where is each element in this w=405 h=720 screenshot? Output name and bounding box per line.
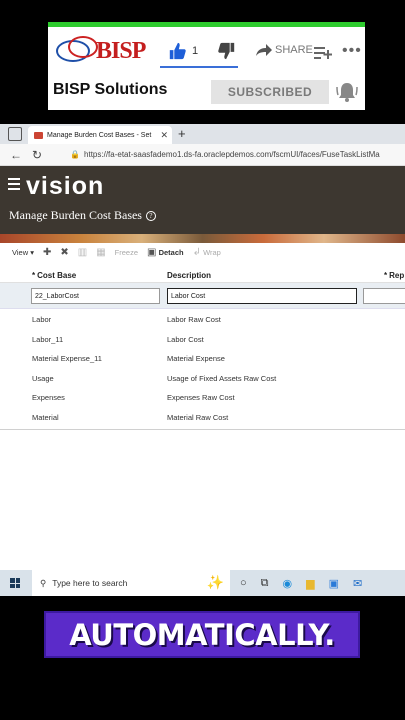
description-input[interactable]: Labor Cost	[167, 288, 357, 304]
description-cell: Labor Cost	[167, 334, 204, 344]
delete-icon[interactable]: ✖	[60, 247, 68, 258]
browser-window: Manage Burden Cost Bases - Set ✕ + ← ↻ 🔒…	[0, 124, 405, 570]
cost-base-cell: Usage	[32, 373, 54, 383]
tab-manage-burden[interactable]: Manage Burden Cost Bases - Set ✕	[28, 126, 172, 144]
playlist-add-icon[interactable]	[314, 46, 332, 60]
description-cell: Material Expense	[167, 354, 225, 363]
address-bar: ← ↻ 🔒 https://fa-etat-saasfademo1.ds-fa.…	[0, 144, 405, 166]
detach-button[interactable]: ▣ Detach	[147, 247, 184, 258]
page-title: Manage Burden Cost Bases?	[9, 208, 156, 223]
cost-base-cell: Material Expense_11	[32, 354, 102, 363]
tab-title: Manage Burden Cost Bases - Set	[47, 131, 152, 139]
freeze-icon: ▦	[96, 246, 106, 258]
like-group: 1	[168, 42, 236, 60]
table-row[interactable]: Expenses Expenses Raw Cost	[0, 387, 405, 407]
back-icon[interactable]: ←	[10, 148, 22, 162]
like-count: 1	[192, 45, 199, 57]
description-cell: Material Raw Cost	[167, 412, 229, 422]
green-bar	[48, 22, 365, 27]
search-icon: ⚲	[40, 577, 47, 588]
search-highlight-icon: ✨	[206, 574, 224, 590]
freeze-button: Freeze	[114, 247, 139, 257]
wrap-icon: ↲	[192, 246, 201, 258]
windows-start-icon[interactable]	[10, 578, 20, 588]
logo-text: BISP	[96, 38, 146, 64]
cost-base-input[interactable]: 22_LaborCost	[31, 288, 160, 304]
search-placeholder: Type here to search	[52, 578, 128, 588]
cost-base-cell: Material	[32, 412, 59, 422]
video-frame: BISP 1 SHARE ••• BISP Solutions SUBSCRIB…	[0, 0, 405, 720]
table-header: * Cost Base Description * Rep	[0, 261, 405, 283]
cost-base-cell: Labor_11	[32, 334, 64, 344]
dislike-icon[interactable]	[218, 42, 236, 60]
lock-icon: 🔒	[70, 150, 81, 159]
table-row[interactable]: Material Material Raw Cost	[0, 407, 405, 427]
subscribed-button[interactable]: SUBSCRIBED	[211, 80, 329, 104]
view-menu[interactable]: View ▾	[12, 248, 34, 257]
table-row[interactable]: Labor Labor Raw Cost	[0, 309, 405, 329]
url-field[interactable]: 🔒 https://fa-etat-saasfademo1.ds-fa.orac…	[70, 147, 405, 163]
share-button[interactable]: SHARE	[256, 44, 313, 56]
table-toolbar: View ▾ ✚ ✖ ▥ ▦ Freeze ▣ Detach ↲ Wrap	[0, 243, 405, 261]
cortana-icon[interactable]: ○	[240, 577, 247, 589]
like-underline	[160, 66, 238, 68]
tab-actions-icon[interactable]	[8, 127, 22, 141]
close-icon[interactable]: ✕	[160, 130, 168, 141]
table-row[interactable]: Labor_11 Labor Cost	[0, 329, 405, 349]
add-icon[interactable]: ✚	[43, 247, 51, 258]
menu-icon[interactable]	[8, 178, 20, 193]
cost-base-cell: Expenses	[32, 393, 65, 402]
new-tab-icon[interactable]: +	[178, 126, 186, 141]
table-divider	[0, 429, 405, 430]
bisp-logo: BISP	[54, 36, 150, 68]
table-row-editing[interactable]: 22_LaborCost Labor Cost	[0, 283, 405, 309]
cost-bases-table: * Cost Base Description * Rep 22_LaborCost…	[0, 261, 405, 430]
rep-input[interactable]	[363, 288, 405, 304]
store-icon[interactable]: ▣	[329, 577, 339, 590]
table-row[interactable]: Usage Usage of Fixed Assets Raw Cost	[0, 368, 405, 388]
description-cell: Usage of Fixed Assets Raw Cost	[167, 373, 277, 383]
column-rep[interactable]: * Rep	[384, 271, 404, 280]
url-text: https://fa-etat-saasfademo1.ds-fa.oracle…	[84, 150, 380, 159]
edge-icon[interactable]: ◉	[283, 577, 293, 590]
wrap-button: ↲ Wrap	[192, 246, 221, 258]
like-icon[interactable]	[168, 42, 186, 60]
columns-icon: ▥	[77, 246, 88, 258]
share-icon	[256, 44, 272, 56]
oracle-favicon-icon	[34, 131, 43, 139]
mail-icon[interactable]: ✉	[353, 577, 362, 590]
channel-banner: BISP 1 SHARE ••• BISP Solutions SUBSCRIB…	[48, 22, 365, 110]
file-explorer-icon[interactable]: ▆	[306, 577, 314, 590]
decorative-banner	[0, 234, 405, 243]
task-view-icon[interactable]: ⧉	[261, 577, 269, 590]
column-cost-base[interactable]: * Cost Base	[32, 271, 76, 280]
channel-name: BISP Solutions	[53, 81, 168, 98]
table-row[interactable]: Material Expense_11 Material Expense	[0, 348, 405, 368]
video-caption: AUTOMATICALLY.	[44, 611, 360, 658]
more-icon[interactable]: •••	[342, 42, 362, 60]
taskbar-search[interactable]: ⚲ Type here to search ✨	[32, 570, 230, 596]
help-icon[interactable]: ?	[145, 211, 156, 221]
app-header: vision Manage Burden Cost Bases?	[0, 166, 405, 234]
description-cell: Labor Raw Cost	[167, 315, 221, 324]
share-label: SHARE	[275, 44, 313, 56]
taskbar: ⚲ Type here to search ✨ ○ ⧉ ◉ ▆ ▣ ✉	[0, 570, 405, 596]
cost-base-cell: Labor	[32, 315, 52, 324]
refresh-icon[interactable]: ↻	[32, 148, 42, 162]
bell-icon[interactable]	[334, 80, 360, 104]
description-cell: Expenses Raw Cost	[167, 393, 235, 402]
column-description[interactable]: Description	[167, 271, 211, 280]
detach-icon: ▣	[147, 246, 157, 258]
tab-bar: Manage Burden Cost Bases - Set ✕ +	[0, 124, 405, 144]
vision-logo: vision	[26, 172, 105, 200]
